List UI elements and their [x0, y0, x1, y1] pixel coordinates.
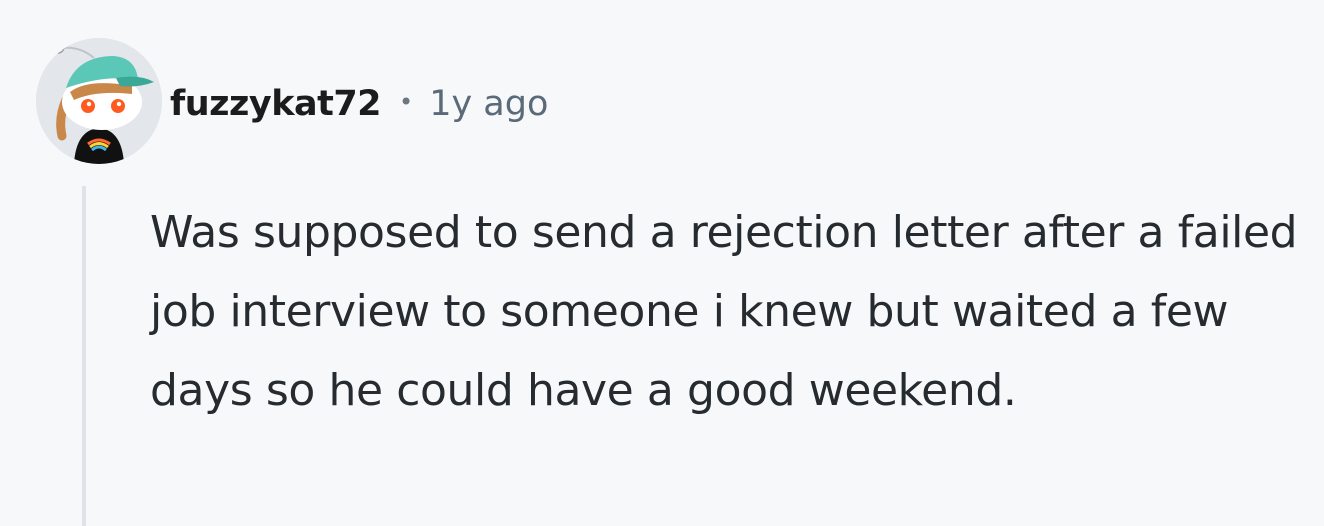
comment: fuzzykat72 • 1y ago Was supposed to send… — [0, 0, 1324, 526]
comment-timestamp[interactable]: 1y ago — [429, 84, 548, 124]
user-avatar[interactable] — [36, 38, 162, 164]
snoo-avatar-icon — [36, 38, 162, 164]
comment-body: Was supposed to send a rejection letter … — [150, 207, 1298, 416]
comment-header: fuzzykat72 • 1y ago — [170, 74, 548, 134]
thread-line[interactable] — [82, 186, 86, 526]
meta-separator: • — [399, 88, 414, 116]
username-link[interactable]: fuzzykat72 — [170, 84, 382, 124]
